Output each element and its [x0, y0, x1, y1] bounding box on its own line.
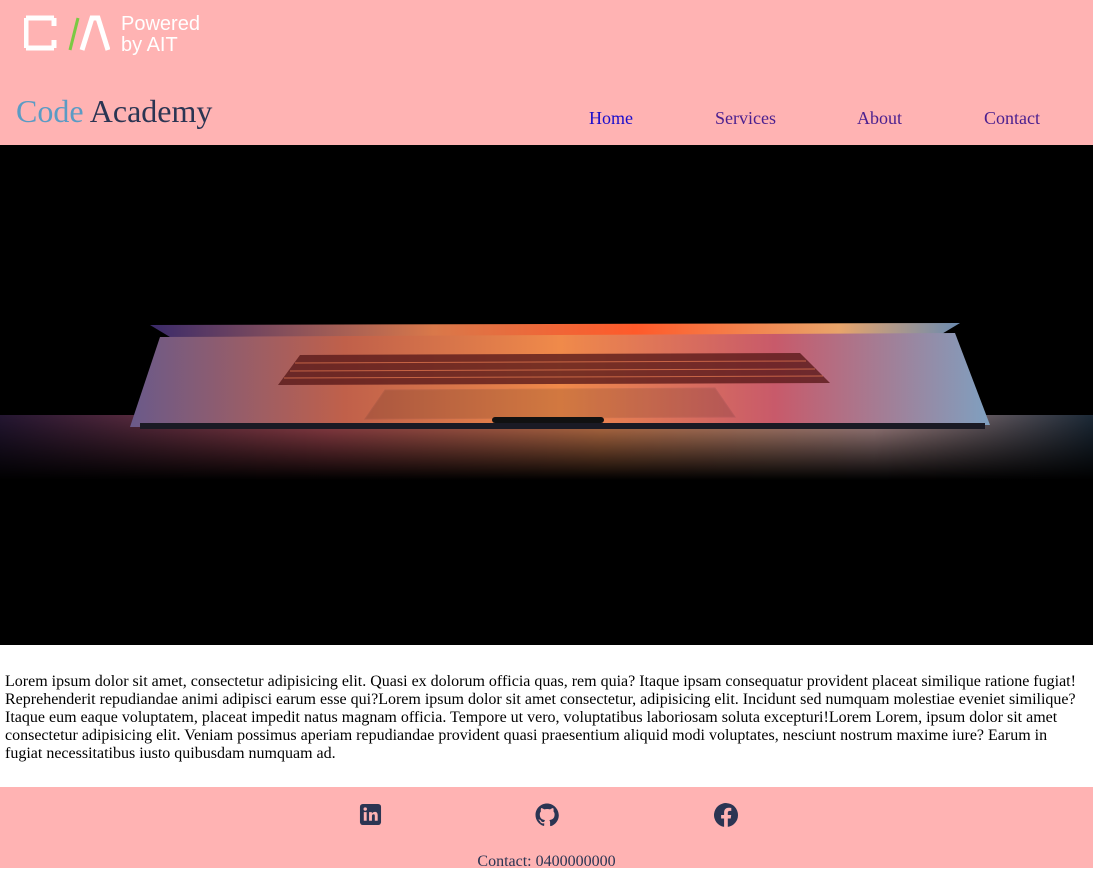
facebook-link[interactable] — [714, 803, 739, 832]
linkedin-icon — [359, 803, 382, 826]
github-icon — [535, 803, 559, 827]
main-nav: Home Services About Contact — [540, 107, 1093, 131]
nav-home-link[interactable]: Home — [589, 107, 633, 129]
site-title: Code Academy — [16, 92, 212, 130]
github-link[interactable] — [535, 803, 559, 832]
contact-text: Contact: 0400000000 — [477, 853, 616, 870]
ait-logo-mark-icon — [24, 15, 110, 51]
nav-services-link[interactable]: Services — [715, 107, 776, 129]
ait-logo-text: Powered by AIT — [121, 14, 200, 56]
ait-logo[interactable]: Powered by AIT — [24, 14, 214, 58]
site-title-academy: Academy — [89, 93, 213, 129]
site-footer: Contact: 0400000000 — [0, 787, 1093, 870]
site-header: Powered by AIT Code Academy Home Service… — [0, 0, 1093, 145]
intro-paragraph: Lorem ipsum dolor sit amet, consectetur … — [5, 673, 1076, 762]
linkedin-link[interactable] — [359, 803, 382, 831]
hero-image — [0, 145, 1093, 645]
laptop-photo-icon — [0, 145, 1093, 645]
ait-logo-line2: by AIT — [121, 34, 178, 56]
ait-logo-line1: Powered — [121, 13, 200, 35]
facebook-icon — [714, 803, 739, 827]
nav-contact-link[interactable]: Contact — [984, 107, 1040, 129]
main-content: Lorem ipsum dolor sit amet, consectetur … — [0, 645, 1093, 787]
site-title-code: Code — [16, 93, 84, 129]
nav-about-link[interactable]: About — [857, 107, 902, 129]
